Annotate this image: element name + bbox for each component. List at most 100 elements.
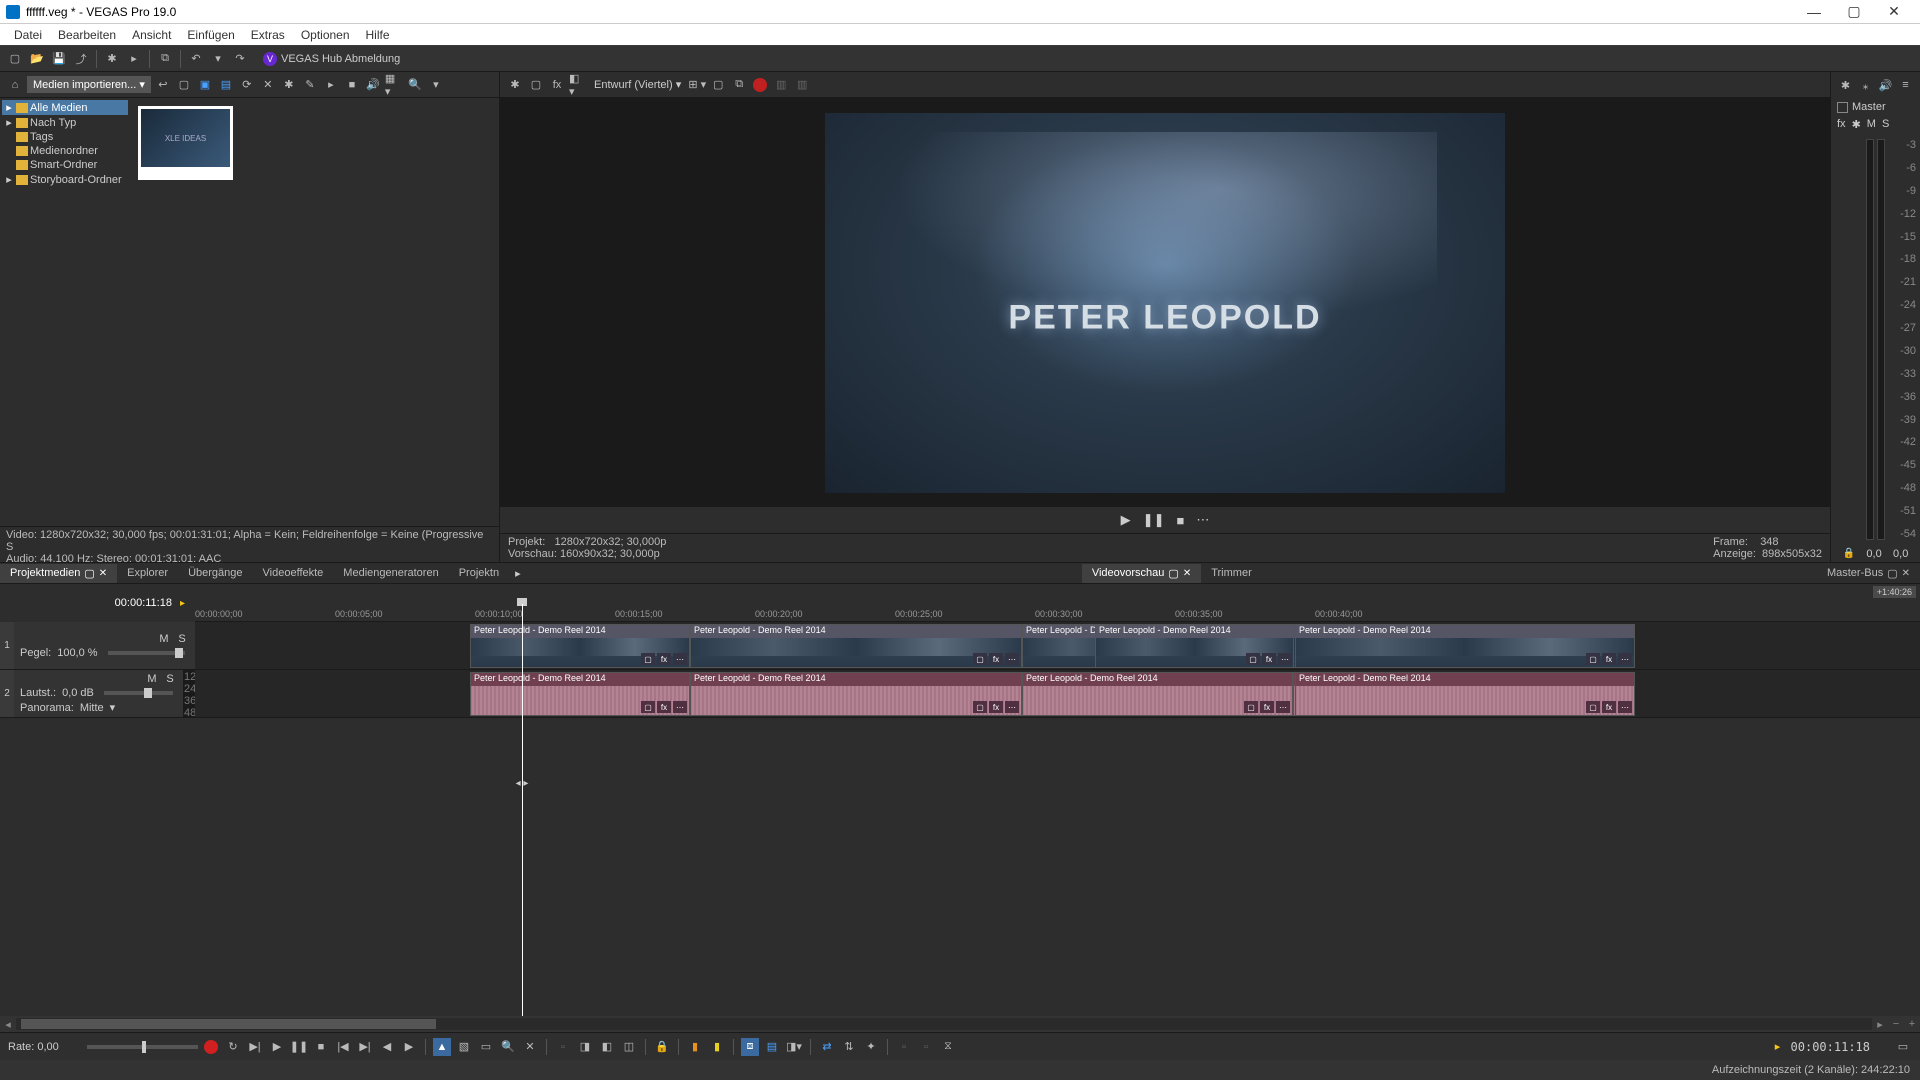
clip-btn[interactable]: ▢	[973, 701, 987, 713]
media-close-icon[interactable]: ✕	[259, 76, 277, 94]
clip-btn[interactable]: ⋯	[1278, 653, 1292, 665]
menu-einfügen[interactable]: Einfügen	[179, 26, 242, 44]
timeline-empty-area[interactable]: ◂ ▸	[0, 718, 1920, 1016]
snap-icon[interactable]: ▫	[554, 1038, 572, 1056]
media-search-icon[interactable]: 🔍	[406, 76, 424, 94]
scroll-left-icon[interactable]: ◂	[0, 1018, 16, 1031]
menu-datei[interactable]: Datei	[6, 26, 50, 44]
scroll-thumb[interactable]	[21, 1019, 436, 1029]
preview-play-button[interactable]: ▶	[1121, 512, 1131, 528]
clip-btn[interactable]: fx	[657, 653, 671, 665]
marker-orange-icon[interactable]: ▮	[686, 1038, 704, 1056]
media-blue1-icon[interactable]: ▣	[196, 76, 214, 94]
clip-btn[interactable]: ▢	[1244, 701, 1258, 713]
clip-btn[interactable]: ⋯	[1618, 701, 1632, 713]
audio-clip[interactable]: Peter Leopold - Demo Reel 2014▢fx⋯	[1295, 672, 1635, 716]
audio-vol-slider[interactable]	[104, 691, 173, 695]
color-icon[interactable]: ✦	[862, 1038, 880, 1056]
snap-enable-icon[interactable]: ⧈	[741, 1038, 759, 1056]
playhead[interactable]	[522, 622, 523, 718]
layout-icon[interactable]: ▭	[1894, 1038, 1912, 1056]
clip-btn[interactable]: ▢	[641, 653, 655, 665]
selection-tool[interactable]: ▧	[455, 1038, 473, 1056]
video-clip[interactable]: Peter Leopold - Demo Reel 2014▢fx⋯	[470, 624, 690, 668]
preview-pause-button[interactable]: ❚❚	[1143, 512, 1165, 528]
play-start-button[interactable]: ▶|	[246, 1038, 264, 1056]
preview-area[interactable]: PETER LEOPOLD	[500, 98, 1830, 507]
video-clip[interactable]: Peter Leopold - Demo Reel 2014▢fx⋯	[690, 624, 1022, 668]
track-area[interactable]: Peter Leopold - Demo Reel 2014▢fx⋯Peter …	[195, 622, 1920, 718]
audio-clip[interactable]: Peter Leopold - Demo Reel 2014▢fx⋯	[470, 672, 690, 716]
tree-item-0[interactable]: ▸Alle Medien	[2, 100, 128, 115]
tree-item-4[interactable]: Smart-Ordner	[2, 158, 128, 172]
master-sliders-icon[interactable]: ≡	[1897, 76, 1914, 94]
tab-explorer[interactable]: Explorer	[117, 564, 178, 583]
preview-external-icon[interactable]: ▢	[527, 76, 545, 94]
ripple-all-icon[interactable]: ⇅	[840, 1038, 858, 1056]
audio-lane[interactable]: Peter Leopold - Demo Reel 2014▢fx⋯ Peter …	[195, 670, 1920, 718]
delete-tool[interactable]: ✕	[521, 1038, 539, 1056]
clip-btn[interactable]: ▢	[1246, 653, 1260, 665]
master-settings-icon[interactable]: ✱	[1837, 76, 1854, 94]
preview-grid-icon[interactable]: ⊞ ▾	[688, 76, 706, 94]
preview-settings-icon[interactable]: ✱	[506, 76, 524, 94]
preview-quality-dropdown[interactable]: Entwurf (Viertel) ▾	[590, 76, 685, 93]
tab-trimmer[interactable]: Trimmer	[1201, 564, 1262, 583]
normal-edit-tool[interactable]: ▲	[433, 1038, 451, 1056]
snap-grid-icon[interactable]: ▤	[763, 1038, 781, 1056]
auto-crossfade-icon[interactable]: ⧖	[939, 1038, 957, 1056]
master-checkbox[interactable]	[1837, 102, 1848, 113]
clip-btn[interactable]: ⋯	[1276, 701, 1290, 713]
trim3-icon[interactable]: ◫	[620, 1038, 638, 1056]
playhead-handle-icon[interactable]: ◂ ▸	[516, 778, 529, 1021]
video-solo[interactable]: S	[175, 633, 189, 645]
trim1-icon[interactable]: ◨	[576, 1038, 594, 1056]
maximize-button[interactable]: ▢	[1834, 3, 1874, 20]
video-mute[interactable]: M	[157, 633, 171, 645]
pan-dropdown-icon[interactable]: ▾	[110, 701, 116, 714]
preview-split-icon[interactable]: ◧ ▾	[569, 76, 587, 94]
media-blue2-icon[interactable]: ▤	[217, 76, 235, 94]
tab-videovorschau[interactable]: Videovorschau ▢ ✕	[1082, 564, 1201, 583]
preview-fx-icon[interactable]: fx	[548, 76, 566, 94]
bottom-timecode[interactable]: 00:00:11:18	[1791, 1040, 1870, 1054]
clip-btn[interactable]: fx	[1602, 701, 1616, 713]
master-vol-icon[interactable]: 🔊	[1877, 76, 1894, 94]
preview-record-icon[interactable]	[751, 76, 769, 94]
media-settings-icon[interactable]: ✱	[280, 76, 298, 94]
go-start-button[interactable]: |◀	[334, 1038, 352, 1056]
media-home-icon[interactable]: ⌂	[6, 76, 24, 94]
menu-optionen[interactable]: Optionen	[293, 26, 358, 44]
master-star[interactable]: ✱	[1852, 118, 1861, 131]
tree-item-1[interactable]: ▸Nach Typ	[2, 115, 128, 130]
clip-btn[interactable]: ⋯	[673, 653, 687, 665]
clip-btn[interactable]: fx	[1260, 701, 1274, 713]
import-media-dropdown[interactable]: Medien importieren... ▾	[27, 76, 151, 93]
time-ruler[interactable]: +1:40:26 00:00:00;0000:00:05;0000:00:10;…	[195, 584, 1920, 622]
video-clip[interactable]: Peter Leopold - Demo Reel 2014▢fx⋯	[1095, 624, 1295, 668]
clip-btn[interactable]: fx	[989, 701, 1003, 713]
media-play-icon[interactable]: ▸	[322, 76, 340, 94]
lock-track-icon[interactable]: 🔒	[653, 1038, 671, 1056]
render-icon[interactable]: ▸	[125, 50, 143, 68]
open-icon[interactable]: 📂	[28, 50, 46, 68]
timeline-scrollbar[interactable]: ◂ ▸ − +	[0, 1016, 1920, 1032]
media-stop-icon[interactable]: ■	[343, 76, 361, 94]
stop-button[interactable]: ■	[312, 1038, 330, 1056]
export-icon[interactable]: ⤴	[72, 50, 90, 68]
close-button[interactable]: ✕	[1874, 3, 1914, 20]
tab-projektmedien[interactable]: Projektmedien ▢ ✕	[0, 564, 117, 583]
master-fx[interactable]: fx	[1837, 118, 1846, 131]
media-filter-icon[interactable]: ▾	[427, 76, 445, 94]
clip-btn[interactable]: ▢	[1586, 653, 1600, 665]
media-edit-icon[interactable]: ✎	[301, 76, 319, 94]
zoom-tool[interactable]: 🔍	[499, 1038, 517, 1056]
copy-icon[interactable]: ⧉	[156, 50, 174, 68]
marker-yellow-icon[interactable]: ▮	[708, 1038, 726, 1056]
tabs-more-icon[interactable]: ▸	[509, 567, 527, 580]
hub-badge[interactable]: V VEGAS Hub Abmeldung	[263, 52, 400, 66]
clip-btn[interactable]: ⋯	[673, 701, 687, 713]
tab-mediengeneratoren[interactable]: Mediengeneratoren	[333, 564, 448, 583]
tree-item-3[interactable]: Medienordner	[2, 144, 128, 158]
preview-more-button[interactable]: ⋯	[1196, 512, 1209, 528]
